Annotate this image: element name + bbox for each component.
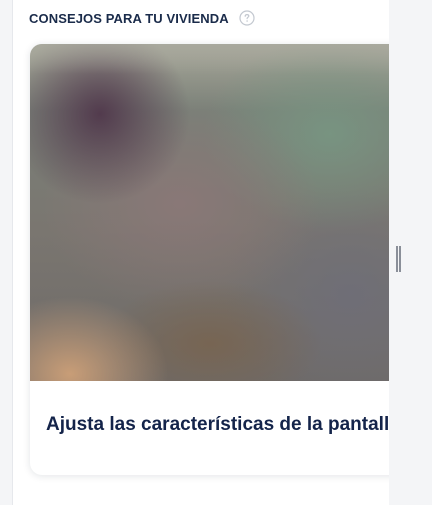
card-image (30, 44, 389, 381)
section-header: CONSEJOS PARA TU VIVIENDA (29, 8, 255, 28)
section-title: CONSEJOS PARA TU VIVIENDA (29, 10, 229, 26)
resize-handle[interactable] (396, 246, 402, 272)
help-icon[interactable] (239, 10, 255, 26)
tips-panel: CONSEJOS PARA TU VIVIENDA Ajusta las car… (12, 0, 389, 505)
card-title: Ajusta las características de la pantall… (46, 414, 389, 435)
tip-card[interactable]: Ajusta las características de la pantall… (30, 44, 389, 475)
